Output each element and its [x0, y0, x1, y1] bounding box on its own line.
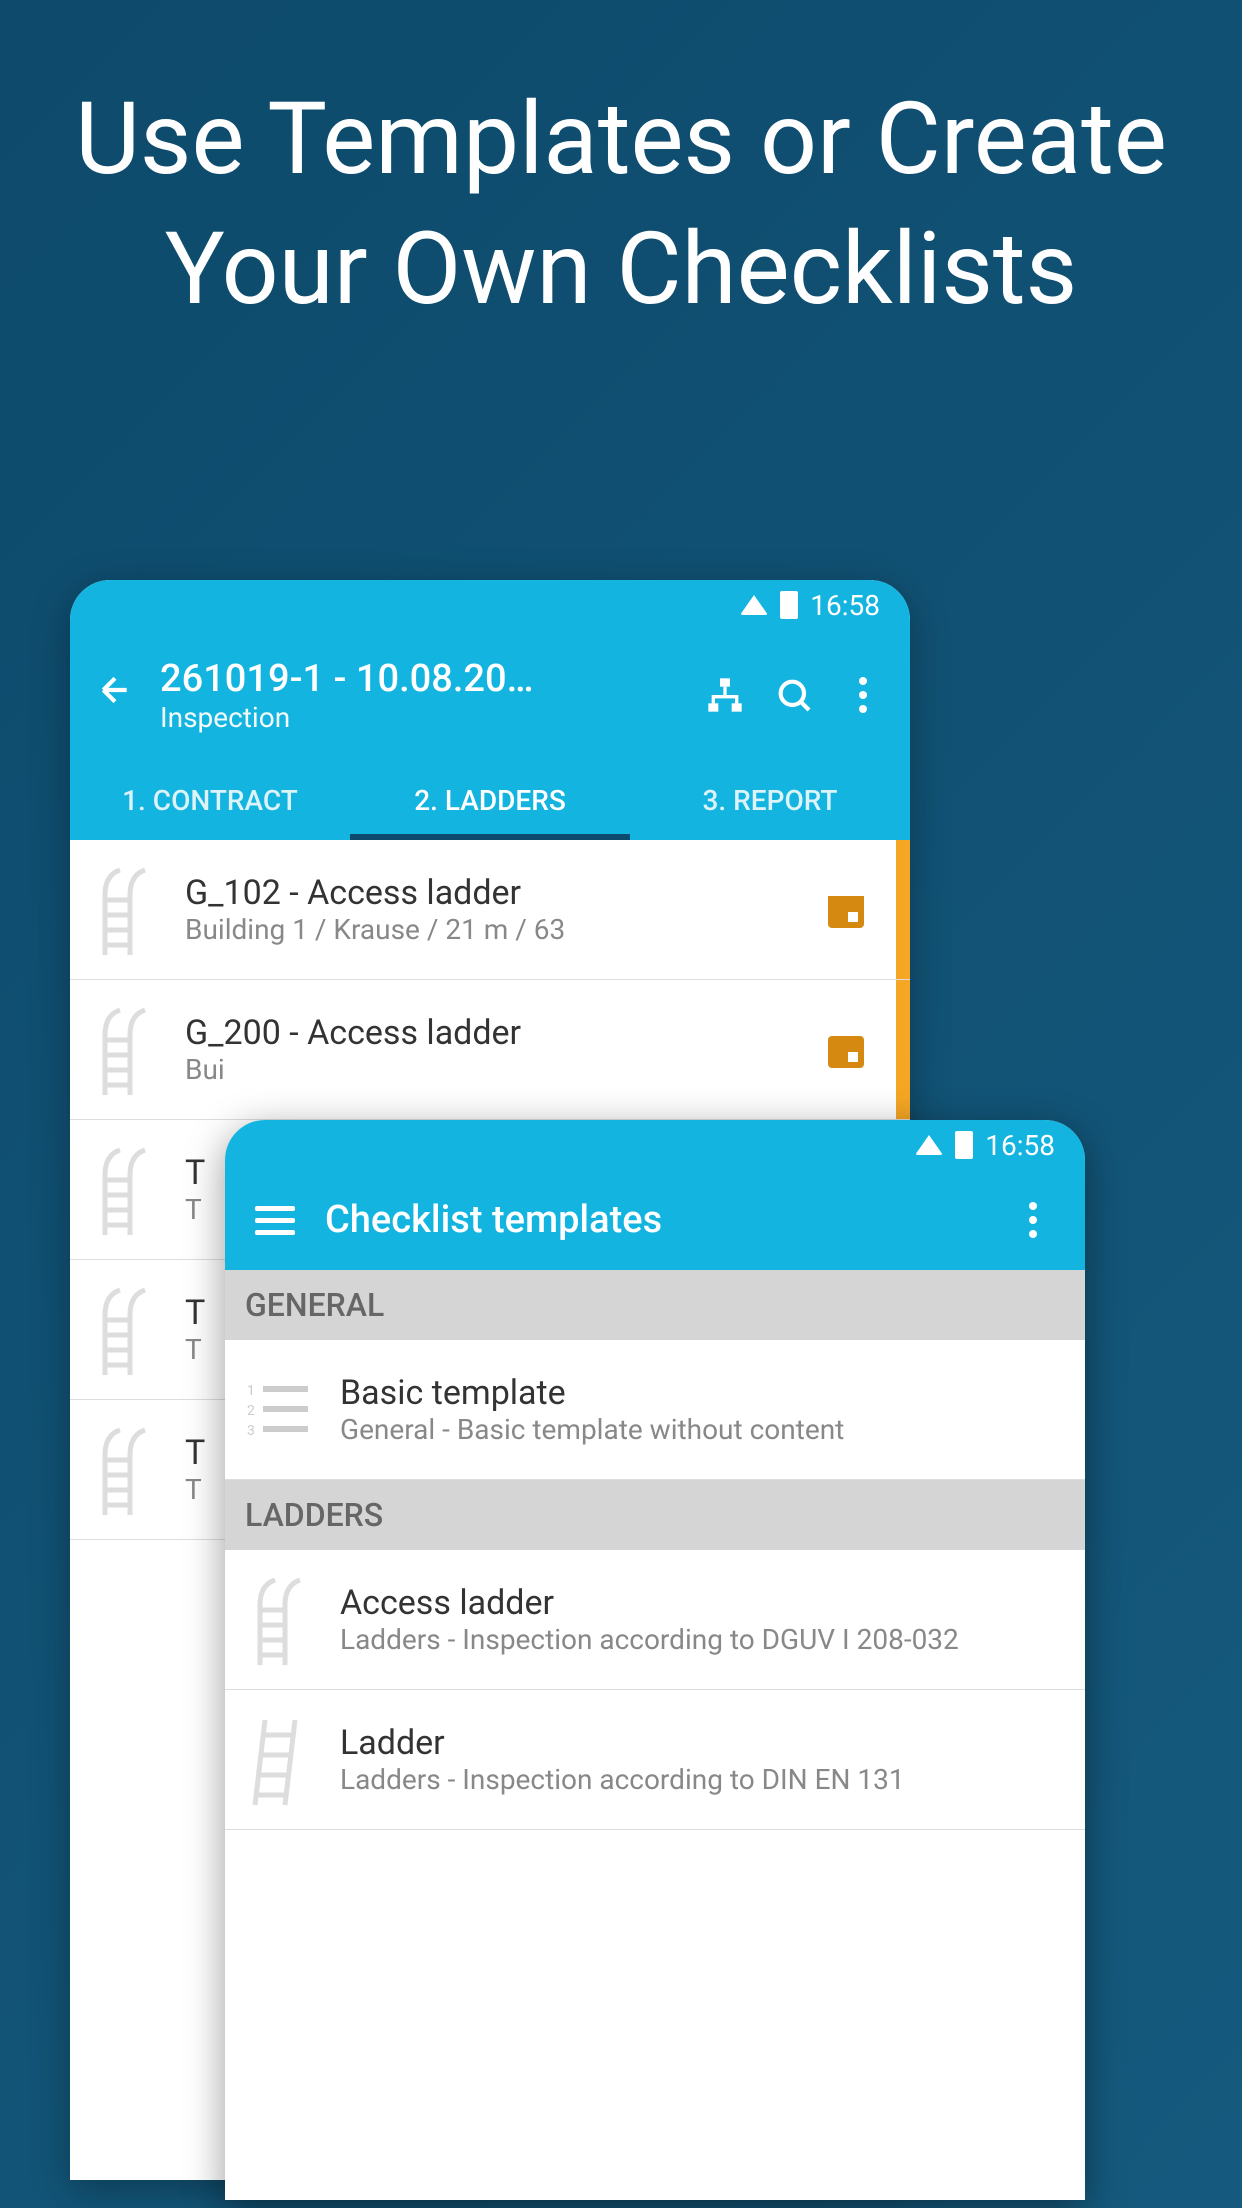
svg-text:1: 1: [247, 1383, 255, 1399]
status-time: 16:58: [810, 589, 880, 622]
app-title: Checklist templates: [325, 1198, 981, 1242]
headline: Use Templates or Create Your Own Checkli…: [0, 0, 1242, 335]
template-title: Basic template: [340, 1373, 1065, 1413]
template-item[interactable]: 1 2 3 Basic template General - Basic tem…: [225, 1340, 1085, 1480]
app-bar: 261019-1 - 10.08.20… Inspection: [70, 630, 910, 760]
section-header: GENERAL: [225, 1270, 1085, 1340]
row-text: G_102 - Access ladder Building 1 / Kraus…: [185, 873, 822, 946]
list-item[interactable]: G_200 - Access ladder Bui: [70, 980, 910, 1120]
access-ladder-icon: [80, 1420, 170, 1520]
battery-icon: [780, 591, 798, 619]
status-time: 16:58: [985, 1129, 1055, 1162]
tabs: 1. CONTRACT 2. LADDERS 3. REPORT: [70, 760, 910, 840]
status-bar: 16:58: [225, 1120, 1085, 1170]
template-subtitle: General - Basic template without content: [340, 1413, 1065, 1446]
template-item[interactable]: Ladder Ladders - Inspection according to…: [225, 1690, 1085, 1830]
template-subtitle: Ladders - Inspection according to DGUV I…: [340, 1623, 1065, 1656]
more-icon[interactable]: [841, 673, 885, 717]
calendar-icon[interactable]: [822, 1026, 870, 1074]
access-ladder-icon: [235, 1570, 325, 1670]
back-button[interactable]: [95, 670, 135, 721]
row-text: Access ladder Ladders - Inspection accor…: [340, 1583, 1065, 1656]
template-title: Ladder: [340, 1723, 1065, 1763]
app-subtitle: Inspection: [160, 701, 678, 734]
item-subtitle: Building 1 / Krause / 21 m / 63: [185, 913, 822, 946]
wifi-icon: [915, 1135, 943, 1155]
row-text: G_200 - Access ladder Bui: [185, 1013, 822, 1086]
access-ladder-icon: [80, 1000, 170, 1100]
access-ladder-icon: [80, 1140, 170, 1240]
list-icon: 1 2 3: [235, 1360, 325, 1460]
wifi-icon: [740, 595, 768, 615]
item-subtitle: Bui: [185, 1053, 822, 1086]
app-bar: Checklist templates: [225, 1170, 1085, 1270]
battery-icon: [955, 1131, 973, 1159]
app-title: 261019-1 - 10.08.20…: [160, 657, 678, 701]
svg-text:3: 3: [247, 1423, 255, 1439]
row-text: Ladder Ladders - Inspection according to…: [340, 1723, 1065, 1796]
templates-screen: 16:58 Checklist templates GENERAL 1 2 3 …: [225, 1120, 1085, 2200]
template-subtitle: Ladders - Inspection according to DIN EN…: [340, 1763, 1065, 1796]
status-bar: 16:58: [70, 580, 910, 630]
calendar-icon[interactable]: [822, 886, 870, 934]
app-title-block: 261019-1 - 10.08.20… Inspection: [160, 657, 678, 734]
hierarchy-icon[interactable]: [703, 673, 747, 717]
item-title: G_200 - Access ladder: [185, 1013, 822, 1053]
access-ladder-icon: [80, 860, 170, 960]
menu-icon[interactable]: [255, 1206, 295, 1235]
more-icon[interactable]: [1011, 1198, 1055, 1242]
template-item[interactable]: Access ladder Ladders - Inspection accor…: [225, 1550, 1085, 1690]
svg-text:2: 2: [247, 1403, 255, 1419]
search-icon[interactable]: [772, 673, 816, 717]
row-text: Basic template General - Basic template …: [340, 1373, 1065, 1446]
ladder-icon: [235, 1710, 325, 1810]
tab-contract[interactable]: 1. CONTRACT: [70, 760, 350, 840]
item-title: G_102 - Access ladder: [185, 873, 822, 913]
list-item[interactable]: G_102 - Access ladder Building 1 / Kraus…: [70, 840, 910, 980]
section-header: LADDERS: [225, 1480, 1085, 1550]
tab-report[interactable]: 3. REPORT: [630, 760, 910, 840]
tab-ladders[interactable]: 2. LADDERS: [350, 760, 630, 840]
template-title: Access ladder: [340, 1583, 1065, 1623]
access-ladder-icon: [80, 1280, 170, 1380]
